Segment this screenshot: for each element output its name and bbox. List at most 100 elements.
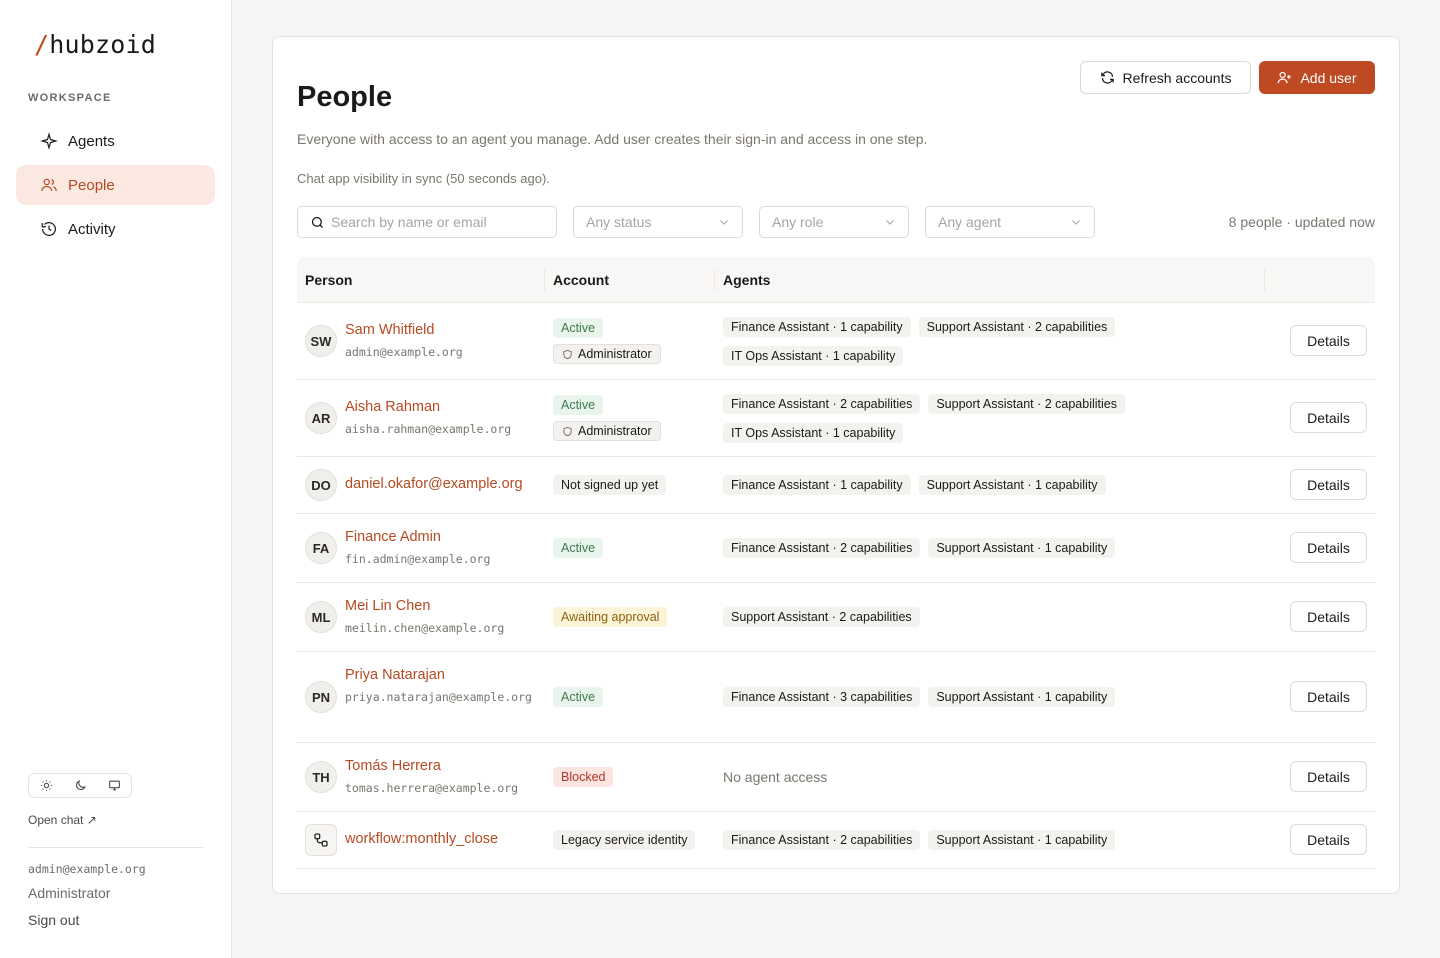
service-avatar: [305, 824, 337, 856]
status-badge: Blocked: [553, 767, 614, 787]
agent-chip: Support Assistant · 1 capability: [918, 475, 1106, 495]
agent-chip: Finance Assistant · 2 capabilities: [723, 830, 921, 850]
workflow-icon: [314, 833, 328, 847]
column-header-account: Account: [553, 272, 609, 288]
table-row: TH Tomás Herrera tomas.herrera@example.o…: [297, 743, 1375, 812]
status-badge: Active: [553, 687, 604, 707]
status-badge: Active: [553, 538, 604, 558]
table-row: workflow:monthly_close Legacy service id…: [297, 812, 1375, 869]
sparkle-icon: [40, 132, 58, 150]
column-divider: [714, 269, 715, 291]
moon-icon: [75, 780, 86, 791]
status-badge: Legacy service identity: [553, 830, 696, 850]
person-name-link[interactable]: Finance Admin: [345, 529, 441, 545]
person-email: priya.natarajan@example.org: [345, 690, 532, 704]
agent-chips: Finance Assistant · 2 capabilities Suppo…: [723, 394, 1153, 443]
role-filter-select[interactable]: Any role: [759, 206, 909, 238]
refresh-accounts-button[interactable]: Refresh accounts: [1080, 61, 1251, 94]
user-plus-icon: [1278, 71, 1292, 84]
person-name-link[interactable]: daniel.okafor@example.org: [345, 476, 523, 492]
people-panel: People Everyone with access to an agent …: [272, 36, 1400, 894]
chevron-down-icon: [720, 220, 728, 225]
details-button[interactable]: Details: [1290, 325, 1367, 356]
brand-logo[interactable]: /hubzoid: [34, 30, 156, 59]
agent-chips: Finance Assistant · 2 capabilities Suppo…: [723, 538, 1283, 558]
theme-light-button[interactable]: [29, 774, 63, 797]
details-button[interactable]: Details: [1290, 469, 1367, 500]
current-user-role: Administrator: [28, 885, 111, 901]
current-user-email: admin@example.org: [28, 862, 146, 876]
sidebar-item-label: Agents: [68, 132, 115, 150]
open-chat-link[interactable]: Open chat ↗: [28, 813, 97, 827]
refresh-accounts-label: Refresh accounts: [1122, 69, 1232, 86]
users-icon: [41, 178, 57, 192]
avatar: DO: [305, 469, 337, 501]
agent-chip: Finance Assistant · 1 capability: [723, 317, 911, 337]
sync-status: Chat app visibility in sync (50 seconds …: [297, 171, 550, 186]
sign-out-button[interactable]: Sign out: [28, 912, 79, 928]
agent-chip: Support Assistant · 1 capability: [928, 538, 1116, 558]
person-email: admin@example.org: [345, 345, 463, 359]
person-name-link[interactable]: Aisha Rahman: [345, 399, 440, 415]
agent-chip: Support Assistant · 2 capabilities: [723, 607, 920, 627]
shield-icon: [563, 349, 572, 359]
sidebar-item-people[interactable]: People: [16, 165, 215, 205]
sidebar-item-agents[interactable]: Agents: [16, 121, 215, 161]
agent-chip: Finance Assistant · 1 capability: [723, 475, 911, 495]
theme-dark-button[interactable]: [63, 774, 97, 797]
chevron-down-icon: [886, 220, 894, 225]
page-subtitle: Everyone with access to an agent you man…: [297, 131, 928, 147]
workspace-section-label: WORKSPACE: [28, 92, 112, 104]
agent-filter-select[interactable]: Any agent: [925, 206, 1095, 238]
person-name-link[interactable]: Tomás Herrera: [345, 758, 441, 774]
agent-chip: IT Ops Assistant · 1 capability: [723, 346, 904, 366]
table-row: SW Sam Whitfield admin@example.org Activ…: [297, 303, 1375, 380]
agent-chips: Finance Assistant · 1 capability Support…: [723, 317, 1143, 366]
column-divider: [1264, 269, 1265, 291]
page-title: People: [297, 81, 393, 113]
agent-chips: Support Assistant · 2 capabilities: [723, 607, 1283, 627]
sidebar-item-label: People: [68, 176, 115, 194]
agent-filter-value: Any agent: [938, 214, 1002, 230]
status-filter-select[interactable]: Any status: [573, 206, 743, 238]
person-name-link[interactable]: workflow:monthly_close: [345, 831, 498, 847]
add-user-button[interactable]: Add user: [1259, 61, 1375, 94]
agent-chip: Finance Assistant · 2 capabilities: [723, 394, 921, 414]
chevron-down-icon: [1072, 220, 1080, 225]
person-email: fin.admin@example.org: [345, 552, 491, 566]
details-button[interactable]: Details: [1290, 824, 1367, 855]
role-label: Administrator: [578, 424, 652, 438]
role-badge: Administrator: [553, 421, 661, 441]
sidebar-item-activity[interactable]: Activity: [16, 209, 215, 249]
table-row: DO daniel.okafor@example.org Not signed …: [297, 457, 1375, 514]
table-header: Person Account Agents: [297, 257, 1375, 303]
role-label: Administrator: [578, 347, 652, 361]
details-button[interactable]: Details: [1290, 532, 1367, 563]
table-row: AR Aisha Rahman aisha.rahman@example.org…: [297, 380, 1375, 457]
search-input[interactable]: [331, 214, 531, 230]
theme-switcher: [28, 773, 132, 798]
sidebar-nav: Agents People Activity: [16, 121, 215, 253]
shield-icon: [563, 426, 572, 436]
details-button[interactable]: Details: [1290, 681, 1367, 712]
person-name-link[interactable]: Sam Whitfield: [345, 322, 434, 338]
refresh-icon: [1100, 71, 1114, 84]
column-divider: [544, 269, 545, 291]
theme-system-button[interactable]: [97, 774, 131, 797]
status-filter-value: Any status: [586, 214, 652, 230]
search-box[interactable]: [297, 206, 557, 238]
person-email: meilin.chen@example.org: [345, 621, 505, 635]
avatar: TH: [305, 761, 337, 793]
details-button[interactable]: Details: [1290, 761, 1367, 792]
agent-chip: Support Assistant · 1 capability: [928, 830, 1116, 850]
person-email: tomas.herrera@example.org: [345, 781, 519, 795]
agent-chips: Finance Assistant · 1 capability Support…: [723, 475, 1283, 495]
agent-chip: Support Assistant · 2 capabilities: [928, 394, 1125, 414]
details-button[interactable]: Details: [1290, 402, 1367, 433]
person-name-link[interactable]: Mei Lin Chen: [345, 598, 430, 614]
person-name-link[interactable]: Priya Natarajan: [345, 667, 445, 683]
agent-chips: Finance Assistant · 3 capabilities Suppo…: [723, 687, 1283, 707]
agent-chip: Support Assistant · 2 capabilities: [918, 317, 1116, 337]
table-row: PN Priya Natarajan priya.natarajan@examp…: [297, 652, 1375, 743]
details-button[interactable]: Details: [1290, 601, 1367, 632]
